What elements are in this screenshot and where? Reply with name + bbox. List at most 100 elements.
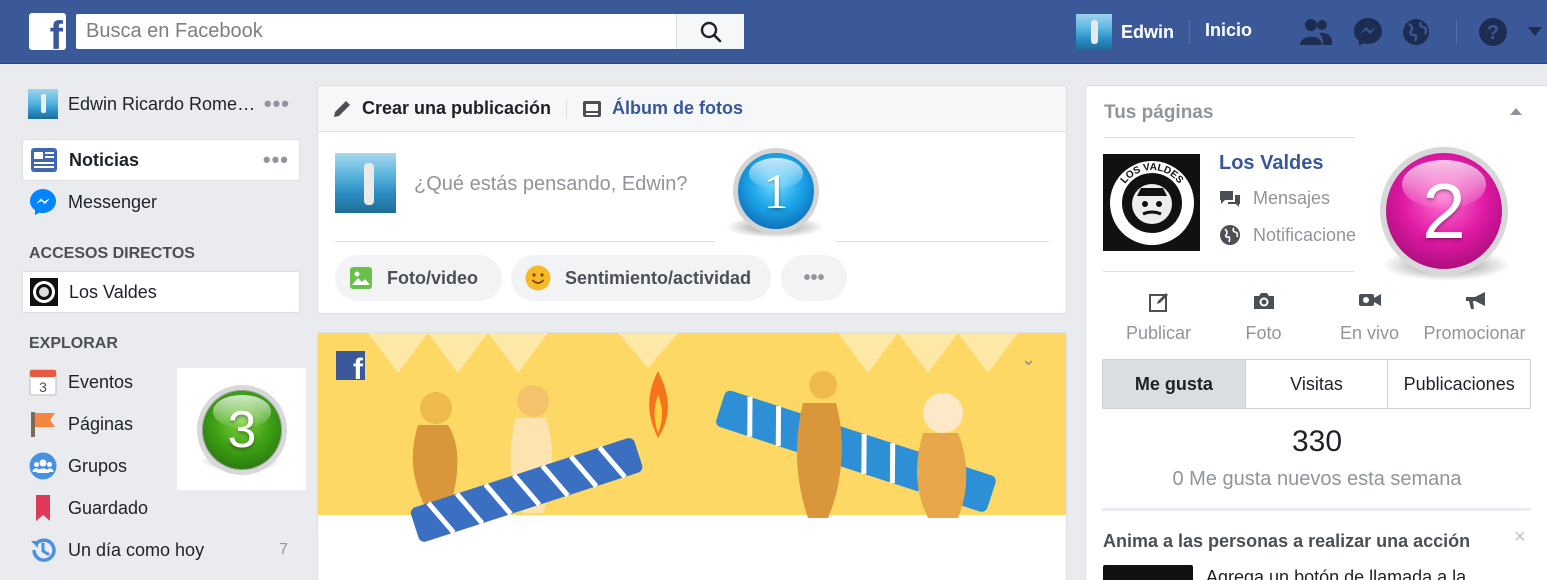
tab-visits[interactable]: Visitas: [1246, 360, 1389, 408]
megaphone-icon: [1465, 292, 1485, 309]
page-avatar: [30, 278, 58, 306]
sidebar-item-label: Los Valdes: [69, 281, 157, 302]
pencil-icon: [334, 100, 350, 117]
sidebar-item-saved[interactable]: Guardado: [22, 487, 300, 529]
tab-create-post[interactable]: Crear una publicación: [332, 98, 551, 119]
annotation-badge-1-panel: 1: [715, 132, 835, 242]
sidebar-item-news-feed[interactable]: Noticias •••: [22, 139, 300, 181]
search-button[interactable]: [676, 14, 744, 49]
smiley-icon: [525, 265, 551, 291]
composer-tabs: Crear una publicación Álbum de fotos: [318, 86, 1066, 132]
sidebar-item-label: Noticias: [69, 149, 140, 170]
collapse-caret-icon[interactable]: [1510, 108, 1522, 115]
promote-action[interactable]: Promocionar: [1422, 291, 1527, 344]
more-options-icon[interactable]: •••: [264, 91, 290, 117]
annotation-badge-3: 3: [197, 385, 287, 475]
calendar-icon: 3: [29, 369, 57, 396]
tab-likes[interactable]: Me gusta: [1103, 360, 1246, 408]
action-label: Promocionar: [1423, 323, 1526, 343]
action-label: Foto: [1245, 323, 1282, 343]
svg-text:?: ?: [1487, 22, 1499, 44]
account-menu-chevron-down-icon[interactable]: [1522, 15, 1547, 49]
annotation-badge-2-panel: 2: [1356, 139, 1536, 287]
tab-photo-album[interactable]: Álbum de fotos: [582, 98, 743, 119]
divider: [1189, 20, 1190, 44]
more-options-icon[interactable]: •••: [263, 147, 289, 173]
divider: [1456, 20, 1457, 44]
stats-segmented-control: Me gusta Visitas Publicaciones: [1102, 359, 1531, 409]
photo-video-button[interactable]: Foto/video: [335, 255, 502, 301]
search-icon: [700, 21, 721, 42]
live-video-action[interactable]: En vivo: [1317, 291, 1422, 344]
sidebar-item-label: Eventos: [68, 371, 134, 392]
link-label: Notificacione: [1253, 224, 1357, 245]
messenger-icon: [30, 189, 56, 215]
feeling-activity-button[interactable]: Sentimiento/actividad: [511, 255, 771, 301]
explore-heading: EXPLORAR: [29, 335, 118, 352]
flag-icon: [31, 412, 55, 437]
more-options-icon: •••: [803, 266, 825, 289]
facebook-logo-icon: f: [336, 351, 365, 380]
photo-album-icon: [583, 100, 601, 117]
page-messages-link[interactable]: Mensajes: [1219, 188, 1330, 209]
friend-requests-icon[interactable]: [1299, 15, 1333, 49]
profile-link[interactable]: Edwin: [1076, 14, 1174, 50]
search-input[interactable]: [76, 14, 671, 49]
svg-text:3: 3: [39, 379, 47, 395]
more-options-button[interactable]: •••: [781, 255, 847, 301]
sidebar-item-label: Guardado: [68, 497, 149, 518]
cta-heading: Anima a las personas a realizar una acci…: [1103, 531, 1471, 551]
close-icon[interactable]: ×: [1514, 526, 1526, 549]
panel-title: Tus páginas: [1104, 102, 1214, 123]
sidebar-item-memories[interactable]: Un día como hoy 7: [22, 529, 300, 571]
sidebar-item-messenger[interactable]: Messenger: [22, 181, 300, 223]
video-icon: [1358, 294, 1381, 306]
page-thumbnail: [1103, 565, 1193, 580]
memories-count: 7: [279, 541, 288, 558]
facebook-logo-icon[interactable]: f: [29, 13, 66, 50]
globe-notifications-icon[interactable]: [1399, 15, 1433, 49]
search-box: [76, 14, 744, 49]
divider: [1102, 508, 1531, 511]
annotation-badge-2: 2: [1380, 147, 1508, 275]
page-thumbnail[interactable]: LOS VALDES PUNK ROCK: [1103, 154, 1200, 251]
shortcuts-heading: ACCESOS DIRECTOS: [29, 245, 195, 262]
home-link[interactable]: Inicio: [1205, 20, 1252, 41]
button-label: Sentimiento/actividad: [565, 267, 752, 288]
celebration-illustration: [318, 333, 1066, 580]
top-navigation-bar: f Edwin Inicio ?: [0, 0, 1547, 64]
sidebar-item-label: Edwin Ricardo Rome…: [68, 93, 256, 114]
button-label: Foto/video: [387, 267, 478, 288]
post-input[interactable]: ¿Qué estás pensando, Edwin?: [414, 173, 688, 196]
action-label: Publicar: [1125, 323, 1192, 343]
tab-label: Álbum de fotos: [612, 98, 743, 118]
sidebar-item-profile[interactable]: Edwin Ricardo Rome… •••: [22, 83, 300, 125]
divider: [335, 241, 1049, 242]
divider: [1103, 271, 1354, 272]
cta-text: Agrega un botón de llamada a la: [1206, 567, 1467, 580]
page-notifications-link[interactable]: Notificacione: [1219, 224, 1356, 246]
divider: [566, 99, 567, 119]
help-icon[interactable]: ?: [1476, 15, 1510, 49]
news-feed-icon: [31, 148, 57, 172]
tab-label: Crear una publicación: [362, 98, 552, 118]
publish-action[interactable]: Publicar: [1106, 291, 1211, 344]
divider: [1104, 137, 1355, 138]
avatar: [335, 153, 396, 213]
sidebar-item-label: Páginas: [68, 413, 134, 434]
page-name-link[interactable]: Los Valdes: [1219, 152, 1324, 175]
tab-posts[interactable]: Publicaciones: [1388, 360, 1530, 408]
action-label: En vivo: [1339, 323, 1400, 343]
messenger-icon[interactable]: [1351, 15, 1385, 49]
photo-action[interactable]: Foto: [1211, 291, 1316, 344]
annotation-badge-3-panel: 3: [177, 368, 306, 490]
sidebar-item-los-valdes[interactable]: Los Valdes: [22, 271, 300, 313]
profile-name: Edwin: [1121, 21, 1174, 42]
likes-count: 330: [1291, 425, 1343, 458]
new-likes-text: 0 Me gusta nuevos esta semana: [1172, 468, 1462, 490]
avatar: [28, 89, 58, 119]
chevron-down-icon[interactable]: ⌄: [1021, 349, 1036, 370]
sidebar-item-label: Messenger: [68, 191, 158, 212]
globe-icon: [1220, 225, 1240, 245]
celebration-banner: f ⌄: [317, 332, 1067, 580]
